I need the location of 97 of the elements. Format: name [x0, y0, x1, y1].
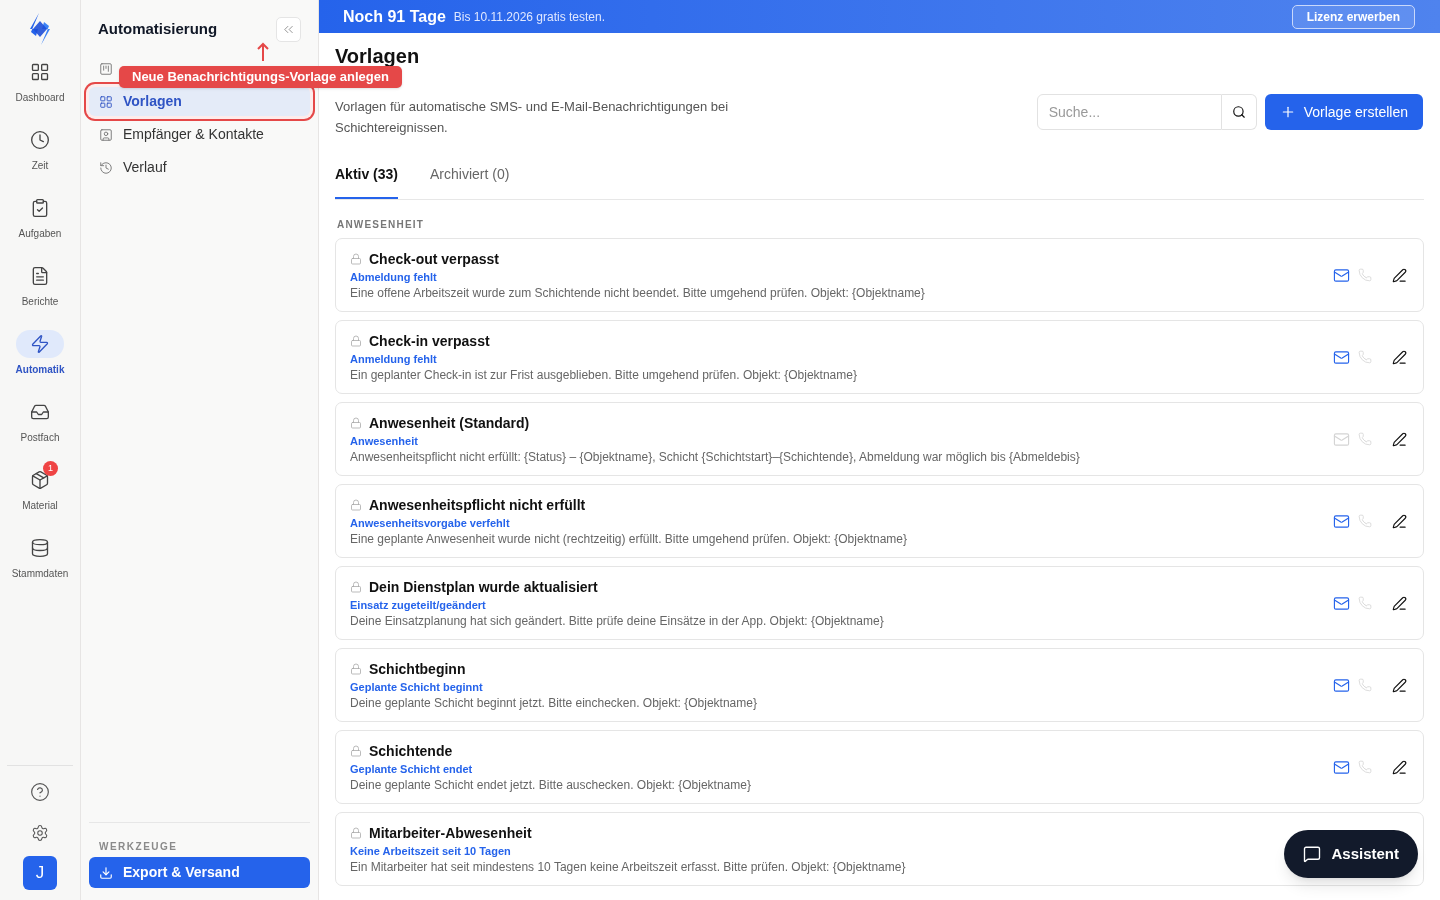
page-title: Vorlagen — [335, 46, 421, 66]
template-card[interactable]: Dein Dienstplan wurde aktualisiert Einsatz zugeteilt/geändert Deine Einsatzplanung hat sich geändert. Bitte prüfe deine Einsätze in der App. Objekt: {Objektname} — [335, 566, 1424, 640]
banner-title: Noch 91 Tage — [343, 6, 446, 27]
template-text: Anwesenheitspflicht nicht erfüllt: {Status} – {Objektname}, Schicht {Schichtstart}–{Schichtende}, Abmeldung war möglich bis {Abmeldebis} — [350, 448, 1080, 466]
rail-item[interactable]: Postfach — [2, 392, 78, 445]
inbox-icon — [30, 402, 50, 422]
create-template-button[interactable]: Vorlage erstellen — [1264, 94, 1423, 130]
document-icon — [30, 266, 50, 286]
rail-item[interactable]: Zeit — [2, 120, 78, 173]
pointer-arrow-icon — [257, 42, 269, 62]
group-heading: ANWESENHEIT — [336, 218, 426, 232]
page-description: Vorlagen für automatische SMS- und E-Mail-Benachrichtigungen bei Schichtereignissen. — [335, 98, 730, 137]
template-title: Mitarbeiter-Abwesenheit — [369, 823, 532, 843]
edit-icon[interactable] — [1392, 677, 1407, 693]
template-title: Check-out verpasst — [369, 249, 499, 269]
sidebar-title: Automatisierung — [98, 19, 218, 40]
board-icon — [99, 61, 113, 76]
history-icon — [99, 160, 113, 175]
section-label: WERKZEUGE — [98, 840, 179, 854]
settings-icon[interactable] — [31, 824, 49, 842]
grid-icon — [30, 62, 50, 82]
rail-item[interactable]: Aufgaben — [2, 188, 78, 241]
template-card[interactable]: Anwesenheit (Standard) Anwesenheit Anwesenheitspflicht nicht erfüllt: {Status} – {Objektname}, Schicht {Schichtstart}–{Schichtende}, Abmeldung war möglich bis {Abmeldebis} — [335, 402, 1424, 476]
template-trigger: Anwesenheit — [350, 433, 418, 448]
template-text: Ein geplanter Check-in ist zur Frist ausgeblieben. Bitte umgehend prüfen. Objekt: {Objektname} — [350, 366, 857, 384]
email-icon[interactable] — [1333, 594, 1350, 612]
template-text: Deine geplante Schicht endet jetzt. Bitte auschecken. Objekt: {Objektname} — [350, 776, 751, 794]
template-card[interactable]: Check-out verpasst Abmeldung fehlt Eine offene Arbeitszeit wurde zum Schichtende nicht beendet. Bitte umgehend prüfen. Objekt: {Objektname} — [335, 238, 1424, 312]
rail-item[interactable]: Stammdaten — [2, 528, 78, 581]
hint-tooltip: Neue Benachrichtigungs-Vorlage anlegen — [119, 66, 402, 88]
template-title: Anwesenheit (Standard) — [369, 413, 530, 433]
sidebar-item[interactable]: Empfänger & Kontakte — [89, 120, 310, 149]
lock-icon — [350, 827, 362, 839]
database-icon — [30, 538, 50, 558]
template-trigger: Einsatz zugeteilt/geändert — [350, 597, 486, 612]
template-trigger: Keine Arbeitszeit seit 10 Tagen — [350, 843, 511, 858]
template-text: Ein Mitarbeiter hat seit mindestens 10 Tagen keine Arbeitszeit erfasst. Bitte prüfen. Objekt: {Objektname} — [350, 858, 906, 876]
template-text: Deine geplante Schicht beginnt jetzt. Bitte einchecken. Objekt: {Objektname} — [350, 694, 757, 712]
contact-card-icon — [99, 127, 113, 142]
grid-icon — [99, 94, 113, 109]
search-button[interactable] — [1221, 94, 1257, 130]
assistant-button[interactable]: Assistent — [1284, 830, 1418, 878]
help-icon[interactable] — [30, 782, 50, 802]
template-card[interactable]: Check-in verpasst Anmeldung fehlt Ein geplanter Check-in ist zur Frist ausgeblieben. Bitte umgehend prüfen. Objekt: {Objektname} — [335, 320, 1424, 394]
tab[interactable]: Aktiv (33) — [335, 164, 399, 199]
notification-badge: 1 — [43, 461, 58, 476]
template-trigger: Geplante Schicht endet — [350, 761, 473, 776]
template-text: Deine Einsatzplanung hat sich geändert. Bitte prüfe deine Einsätze in der App. Objekt: {Objektname} — [350, 612, 884, 630]
template-text: Eine geplante Anwesenheit wurde nicht (rechtzeitig) erfüllt. Bitte umgehend prüfen. Objekt: {Objektname} — [350, 530, 907, 548]
lock-icon — [350, 745, 362, 757]
lock-icon — [350, 253, 362, 265]
edit-icon[interactable] — [1392, 595, 1407, 611]
lock-icon — [350, 499, 362, 511]
edit-icon[interactable] — [1392, 759, 1407, 775]
sidebar-item[interactable]: Verlauf — [89, 153, 310, 182]
download-icon — [99, 865, 113, 880]
lock-icon — [350, 335, 362, 347]
email-icon[interactable] — [1333, 512, 1350, 530]
template-title: Schichtbeginn — [369, 659, 466, 679]
lock-icon — [350, 663, 362, 675]
banner-subtitle: Bis 10.11.2026 gratis testen. — [453, 8, 606, 26]
rail-item[interactable]: Dashboard — [2, 52, 78, 105]
template-title: Anwesenheitspflicht nicht erfüllt — [369, 495, 586, 515]
rail-item[interactable]: 1 Material — [2, 460, 78, 513]
edit-icon[interactable] — [1392, 431, 1407, 447]
edit-icon[interactable] — [1392, 349, 1407, 365]
email-icon[interactable] — [1333, 348, 1350, 366]
search-icon — [1231, 105, 1246, 119]
user-avatar[interactable]: J — [23, 856, 57, 890]
chat-bubble-icon — [1303, 845, 1322, 863]
email-icon[interactable] — [1333, 266, 1350, 284]
rail-item[interactable]: Berichte — [2, 256, 78, 309]
template-trigger: Abmeldung fehlt — [350, 269, 437, 284]
lock-icon — [350, 581, 362, 593]
clock-icon — [30, 130, 50, 150]
template-trigger: Anmeldung fehlt — [350, 351, 437, 366]
edit-icon[interactable] — [1392, 513, 1407, 529]
lightning-icon — [30, 334, 50, 354]
clipboard-icon — [30, 198, 50, 218]
search-field[interactable]: Suche... — [1036, 94, 1222, 130]
template-title: Schichtende — [369, 741, 453, 761]
export-button[interactable]: Export & Versand — [89, 857, 310, 888]
template-card[interactable]: Schichtende Geplante Schicht endet Deine geplante Schicht endet jetzt. Bitte auschecken. Objekt: {Objektname} — [335, 730, 1424, 804]
template-title: Dein Dienstplan wurde aktualisiert — [369, 577, 598, 597]
template-card[interactable]: Schichtbeginn Geplante Schicht beginnt Deine geplante Schicht beginnt jetzt. Bitte einchecken. Objekt: {Objektname} — [335, 648, 1424, 722]
box-icon — [30, 470, 50, 490]
rail-item[interactable]: Automatik — [2, 324, 78, 377]
template-text: Eine offene Arbeitszeit wurde zum Schichtende nicht beendet. Bitte umgehend prüfen. Objekt: {Objektname} — [350, 284, 925, 302]
lock-icon — [350, 417, 362, 429]
email-icon[interactable] — [1333, 758, 1350, 776]
template-trigger: Geplante Schicht beginnt — [350, 679, 483, 694]
email-icon[interactable] — [1333, 676, 1350, 694]
edit-icon[interactable] — [1392, 267, 1407, 283]
template-trigger: Anwesenheitsvorgabe verfehlt — [350, 515, 510, 530]
tab[interactable]: Archiviert (0) — [430, 164, 510, 199]
template-title: Check-in verpasst — [369, 331, 490, 351]
template-card[interactable]: Anwesenheitspflicht nicht erfüllt Anwesenheitsvorgabe verfehlt Eine geplante Anwesenheit wurde nicht (rechtzeitig) erfüllt. Bitte umgehend prüfen. Objekt: {Objektname} — [335, 484, 1424, 558]
